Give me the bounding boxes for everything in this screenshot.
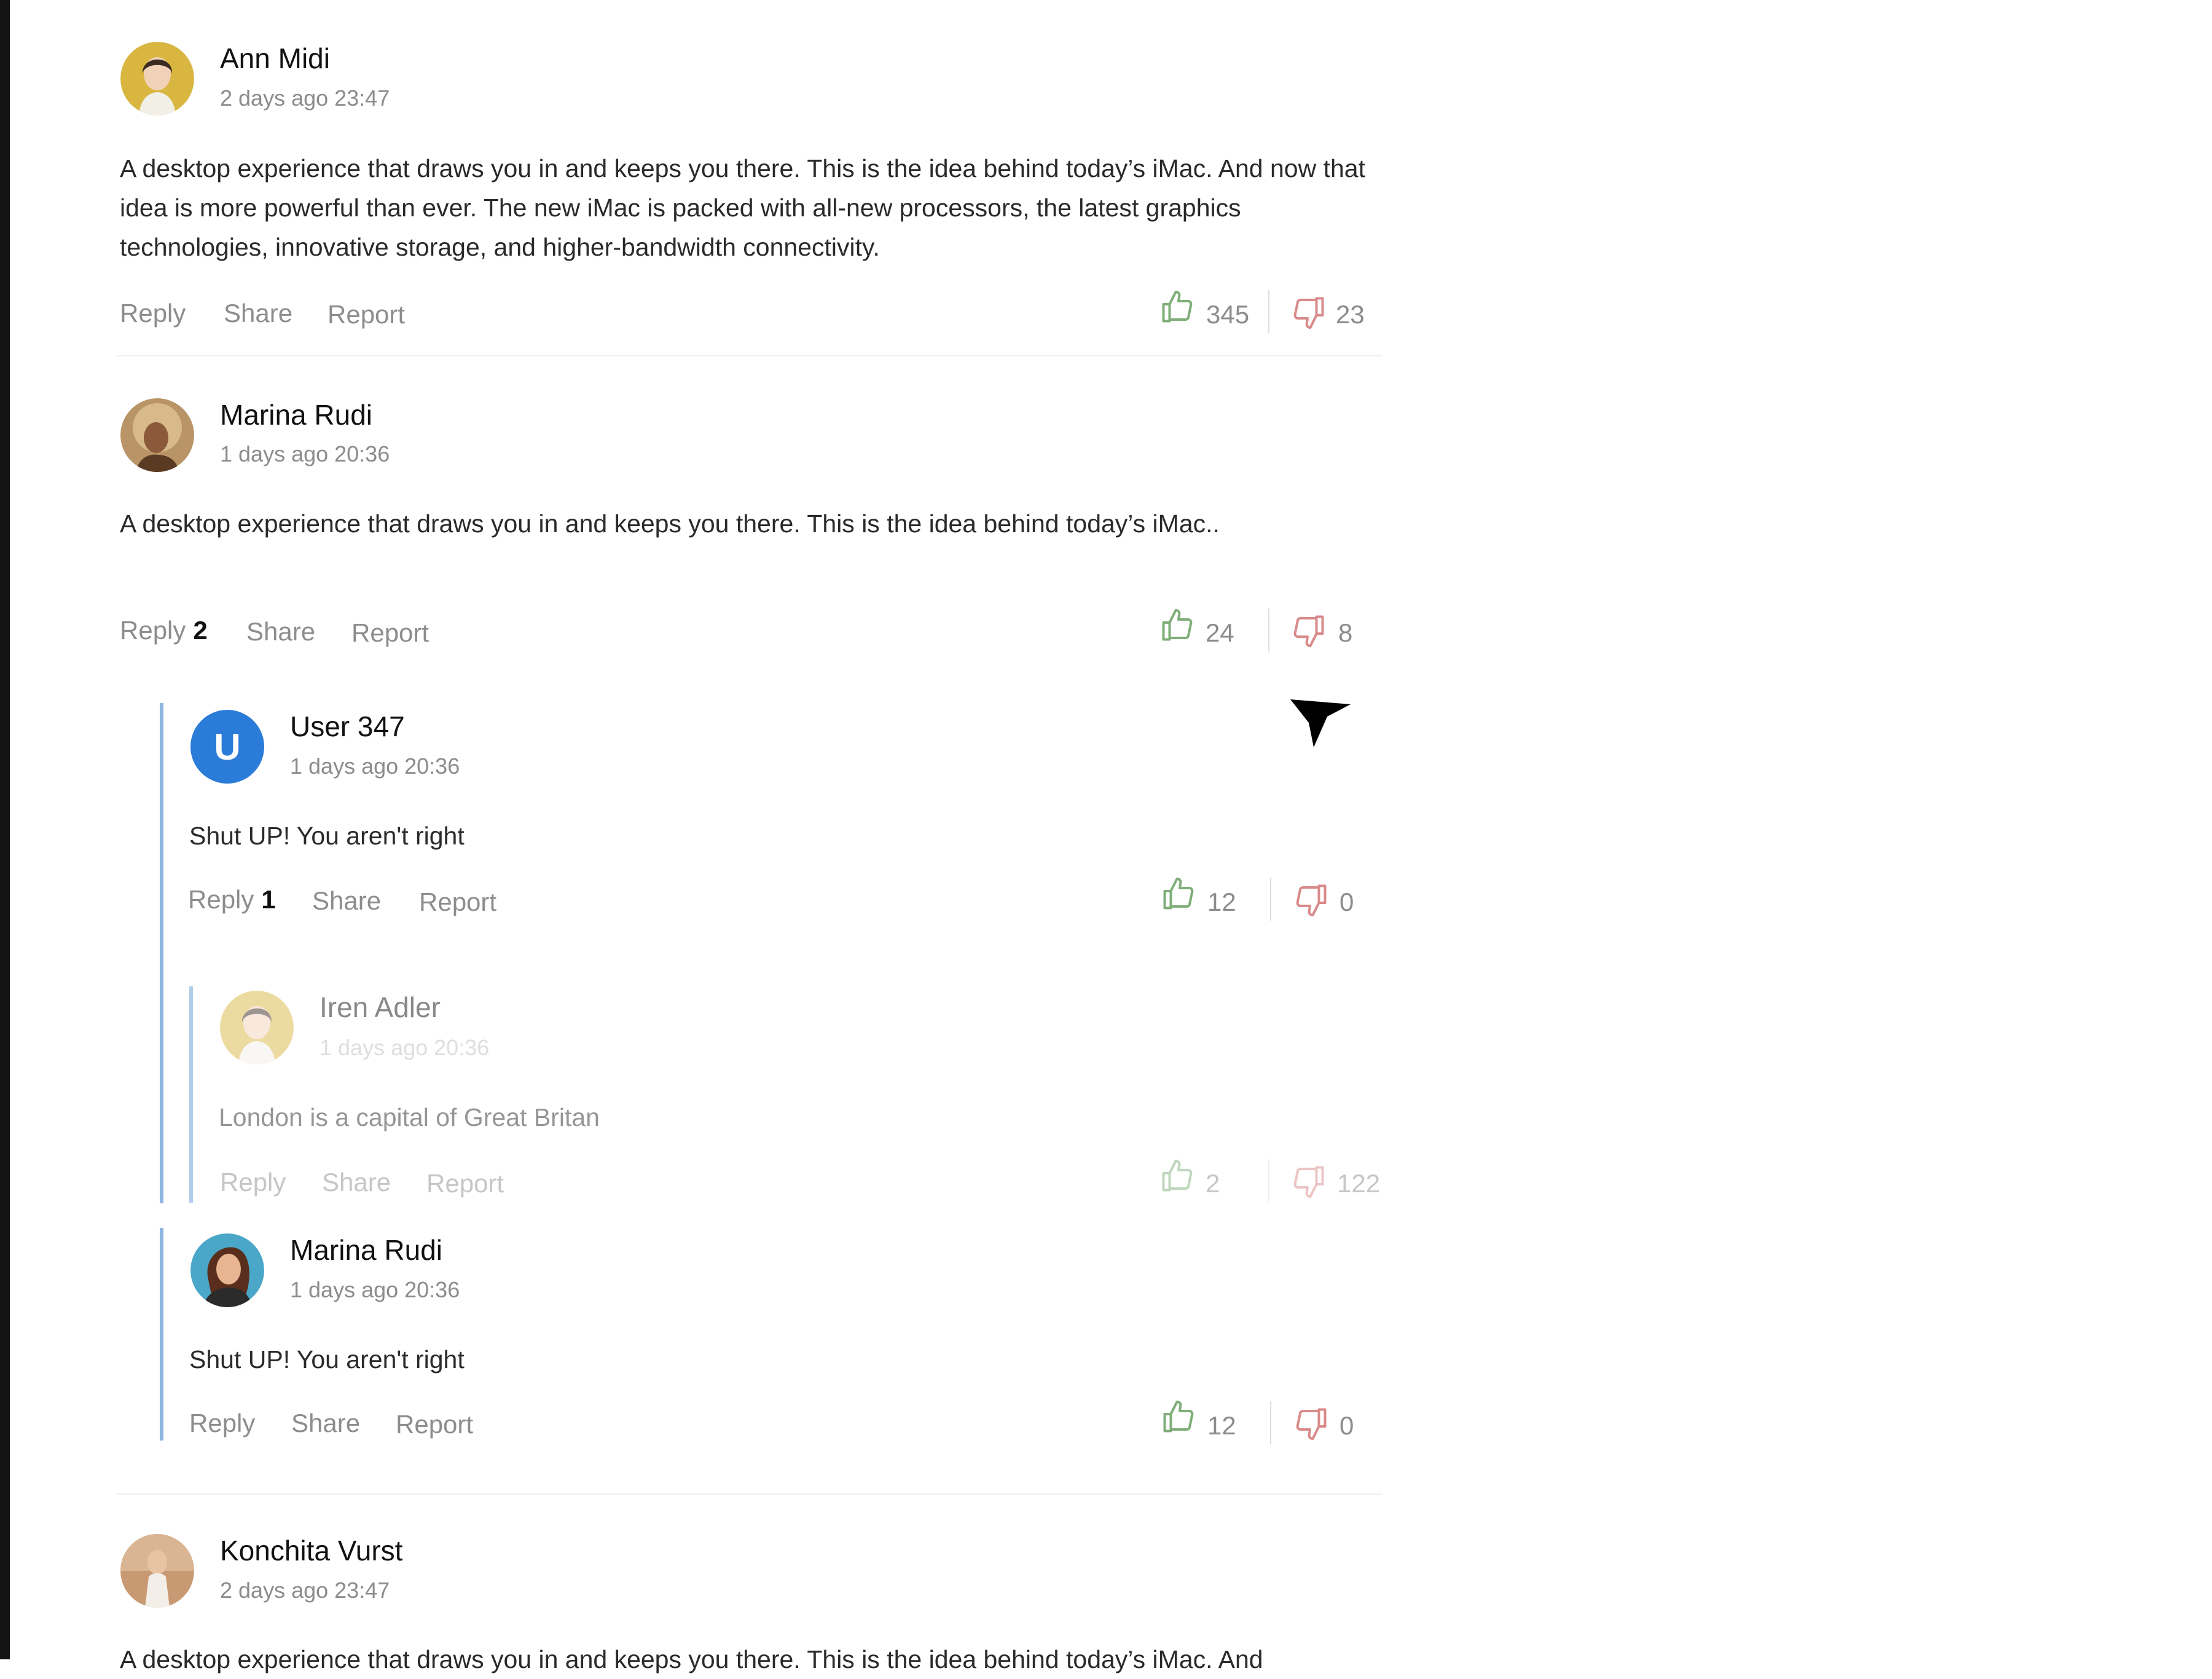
share-button[interactable]: Share (312, 886, 381, 916)
like-count: 24 (1206, 618, 1234, 647)
dislike-button[interactable] (1293, 1405, 1330, 1442)
reply-thread-line (160, 1228, 163, 1441)
vote-divider (1270, 1401, 1271, 1444)
comment-text: Shut UP! You aren't right (189, 822, 465, 850)
like-count: 345 (1206, 300, 1250, 329)
like-count: 12 (1207, 1411, 1236, 1440)
thumbs-up-icon (1159, 607, 1196, 644)
thumbs-down-icon (1290, 612, 1327, 649)
dislike-count: 0 (1339, 887, 1354, 916)
vote-divider (1268, 608, 1269, 651)
comment-timestamp: 1 days ago 20:36 (220, 441, 390, 466)
comment-text: A desktop experience that draws you in a… (120, 154, 1365, 261)
comment-timestamp: 1 days ago 20:36 (290, 753, 460, 779)
dislike-count: 0 (1339, 1411, 1354, 1440)
comment-timestamp: 2 days ago 23:47 (220, 1578, 390, 1603)
comment-author[interactable]: Ann Midi (220, 42, 330, 75)
reply-button[interactable]: Reply (189, 1409, 255, 1438)
window-edge (0, 0, 10, 1659)
comment-author[interactable]: Marina Rudi (220, 398, 372, 431)
comment-author[interactable]: Iren Adler (320, 991, 441, 1024)
like-count: 2 (1206, 1169, 1220, 1198)
dislike-button[interactable] (1290, 1163, 1327, 1200)
share-button[interactable]: Share (246, 617, 315, 647)
thumbs-down-icon (1293, 881, 1330, 918)
send-button[interactable] (1289, 698, 1353, 751)
dislike-button[interactable] (1290, 294, 1327, 331)
avatar[interactable] (120, 42, 194, 116)
vote-divider (1270, 878, 1271, 921)
reply-button[interactable]: Reply (120, 299, 186, 328)
report-button[interactable]: Report (351, 618, 429, 648)
thumbs-down-icon (1293, 1405, 1330, 1442)
dislike-button[interactable] (1290, 612, 1327, 649)
reply-count: 1 (261, 885, 276, 914)
avatar[interactable] (120, 1534, 194, 1608)
dislike-count: 23 (1336, 300, 1365, 329)
thumbs-up-icon (1160, 1399, 1197, 1436)
comment-author[interactable]: User 347 (290, 710, 405, 743)
thumbs-down-icon (1290, 294, 1327, 331)
vote-divider (1268, 1159, 1269, 1202)
reply-thread-line (160, 703, 163, 1203)
comment-timestamp: 1 days ago 20:36 (290, 1277, 460, 1302)
comment-text: London is a capital of Great Britan (219, 1103, 600, 1131)
avatar[interactable] (190, 1233, 264, 1307)
comment-divider (117, 355, 1382, 356)
nested-reply-thread-line (189, 986, 193, 1203)
like-button[interactable] (1160, 876, 1197, 913)
avatar-letter[interactable]: U (190, 710, 264, 784)
report-button[interactable]: Report (419, 887, 496, 917)
send-arrow-icon (1290, 699, 1351, 747)
like-count: 12 (1207, 887, 1236, 916)
vote-divider (1268, 290, 1269, 333)
comment-text: A desktop experience that draws you in a… (120, 509, 1220, 538)
thumbs-up-icon (1159, 1158, 1196, 1195)
share-button[interactable]: Share (224, 299, 292, 328)
like-button[interactable] (1160, 1399, 1197, 1436)
like-button[interactable] (1159, 1158, 1196, 1195)
thumbs-up-icon (1160, 876, 1197, 913)
comment-timestamp: 2 days ago 23:47 (220, 85, 390, 111)
reply-button[interactable]: Reply (220, 1168, 286, 1197)
report-button[interactable]: Report (396, 1410, 473, 1439)
comment-text: Shut UP! You aren't right (189, 1345, 465, 1374)
avatar[interactable] (220, 991, 294, 1064)
report-button[interactable]: Report (327, 300, 405, 329)
thumbs-down-icon (1290, 1163, 1327, 1200)
share-button[interactable]: Share (322, 1168, 391, 1197)
comment-text: A desktop experience that draws you in a… (120, 1645, 1263, 1673)
comment-divider (117, 1493, 1382, 1495)
comment-author[interactable]: Marina Rudi (290, 1233, 442, 1267)
reply-button[interactable]: Reply 2 (120, 616, 208, 645)
like-button[interactable] (1159, 289, 1196, 326)
reply-button[interactable]: Reply 1 (188, 885, 276, 914)
dislike-count: 122 (1337, 1169, 1381, 1198)
dislike-count: 8 (1338, 618, 1353, 647)
comment-timestamp: 1 days ago 20:36 (320, 1035, 490, 1060)
dislike-button[interactable] (1293, 881, 1330, 918)
like-button[interactable] (1159, 607, 1196, 644)
avatar[interactable] (120, 398, 194, 472)
report-button[interactable]: Report (426, 1169, 504, 1198)
reply-count: 2 (193, 616, 208, 645)
thumbs-up-icon (1159, 289, 1196, 326)
share-button[interactable]: Share (291, 1409, 360, 1438)
comment-author[interactable]: Konchita Vurst (220, 1534, 402, 1567)
